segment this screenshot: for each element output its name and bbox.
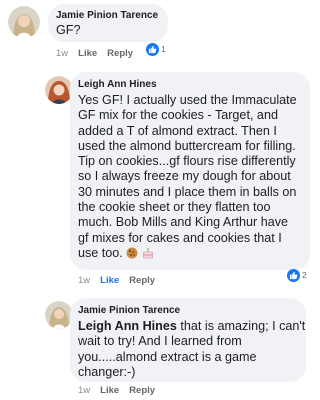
reply-button[interactable]: Reply [107, 48, 133, 59]
comment-author[interactable]: Jamie Pinion Tarence [56, 10, 158, 21]
avatar-jamie[interactable] [45, 301, 73, 329]
comment-author[interactable]: Leigh Ann Hines [78, 79, 157, 90]
comment-body: Yes GF! I actually used the Immaculate G… [78, 93, 297, 260]
reaction-badge[interactable]: 1 [146, 42, 166, 56]
reply-button[interactable]: Reply [129, 385, 155, 396]
reaction-count: 1 [161, 44, 166, 54]
reaction-count: 2 [302, 270, 307, 280]
comment-text: GF? [56, 23, 81, 37]
comment-text: Leigh Ann Hines that is amazing; I can't… [78, 319, 305, 380]
avatar-jamie[interactable] [8, 6, 40, 38]
reply-button[interactable]: Reply [129, 275, 155, 286]
thumbs-up-icon [287, 268, 300, 282]
comment-time: 1w [78, 275, 91, 286]
comment-text: Yes GF! I actually used the Immaculate G… [78, 93, 297, 261]
thumbs-up-icon [146, 42, 159, 56]
reaction-badge[interactable]: 2 [287, 268, 307, 282]
avatar-photo-icon [45, 301, 73, 329]
mention-link[interactable]: Leigh Ann Hines [78, 319, 177, 333]
comment-time: 1w [56, 48, 69, 59]
comment-time: 1w [78, 385, 91, 396]
cake-emoji [143, 247, 153, 259]
like-button[interactable]: Like [100, 385, 119, 396]
avatar-leigh[interactable] [45, 76, 73, 104]
like-button[interactable]: Like [78, 48, 97, 59]
comment-actions: 1w Like Reply [78, 385, 155, 396]
comment-thread: Jamie Pinion Tarence GF? 1 1w Like Reply L… [0, 0, 319, 400]
comment-actions: 1w Like Reply [78, 275, 155, 286]
comment-actions: 1w Like Reply [56, 48, 133, 59]
comment-author[interactable]: Jamie Pinion Tarence [78, 305, 180, 316]
cookie-emoji [126, 247, 138, 259]
avatar-photo-icon [8, 6, 40, 38]
like-button[interactable]: Like [100, 275, 119, 286]
avatar-photo-icon [45, 76, 73, 104]
